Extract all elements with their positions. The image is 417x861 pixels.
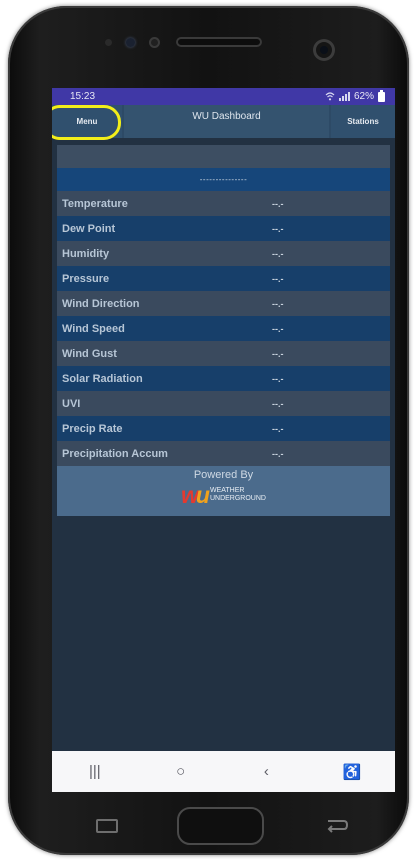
back-icon[interactable]: ‹: [246, 763, 286, 780]
reading-label: Dew Point: [62, 222, 116, 235]
battery-icon: [378, 89, 385, 102]
wu-logo-icon: wu: [181, 482, 210, 508]
reading-value: --.-: [272, 298, 284, 309]
reading-row-pressure: Pressure --.-: [57, 266, 390, 291]
reading-row-wind-direction: Wind Direction --.-: [57, 291, 390, 316]
reading-value: --.-: [272, 398, 284, 409]
hardware-home-button[interactable]: [177, 807, 264, 845]
menu-button[interactable]: Menu: [52, 105, 122, 138]
reading-label: Precip Rate: [62, 422, 123, 435]
reading-value: --.-: [272, 248, 284, 259]
reading-value: --.-: [272, 198, 284, 209]
station-name-row: ---------------: [57, 168, 390, 191]
reading-value: --.-: [272, 273, 284, 284]
wu-logo-u: u: [195, 482, 210, 508]
light-sensor: [126, 38, 135, 47]
reading-label: Temperature: [62, 197, 128, 210]
phone-screen: 15:23 62% Menu WU Dashboard Stations ---…: [52, 88, 395, 792]
front-camera-icon: [313, 39, 335, 61]
reading-value: --.-: [272, 373, 284, 384]
reading-row-dew-point: Dew Point --.-: [57, 216, 390, 241]
status-time: 15:23: [70, 91, 96, 102]
recents-icon[interactable]: |||: [75, 763, 115, 780]
status-icons: 62%: [325, 89, 385, 102]
reading-row-solar-radiation: Solar Radiation --.-: [57, 366, 390, 391]
reading-label: Precipitation Accum: [62, 447, 168, 460]
hardware-recents-key-icon[interactable]: [96, 819, 118, 833]
stations-button[interactable]: Stations: [331, 105, 395, 138]
readings-list: Temperature --.- Dew Point --.- Humidity…: [57, 191, 390, 466]
reading-label: Wind Direction: [62, 297, 140, 310]
reading-value: --.-: [272, 448, 284, 459]
reading-label: Humidity: [62, 247, 110, 260]
reading-label: UVI: [62, 397, 81, 410]
reading-row-wind-gust: Wind Gust --.-: [57, 341, 390, 366]
reading-label: Wind Gust: [62, 347, 117, 360]
phone-frame: 15:23 62% Menu WU Dashboard Stations ---…: [8, 6, 409, 855]
battery-percent: 62%: [353, 91, 374, 102]
reading-label: Pressure: [62, 272, 110, 285]
reading-row-uvi: UVI --.-: [57, 391, 390, 416]
hardware-back-key-icon[interactable]: [324, 817, 350, 835]
system-nav-bar: ||| ○ ‹ ♿: [52, 751, 395, 792]
reading-row-temperature: Temperature --.-: [57, 191, 390, 216]
dashboard-content: --------------- Temperature --.- Dew Poi…: [52, 138, 395, 516]
iris-sensor: [149, 37, 160, 48]
app-bar: Menu WU Dashboard Stations: [52, 105, 395, 140]
weather-underground-logo: wu WEATHER UNDERGROUND: [181, 482, 266, 508]
proximity-sensor: [105, 39, 112, 46]
reading-row-precip-rate: Precip Rate --.-: [57, 416, 390, 441]
accessibility-icon[interactable]: ♿: [332, 763, 372, 781]
powered-by-banner[interactable]: Powered By wu WEATHER UNDERGROUND: [57, 466, 390, 516]
reading-value: --.-: [272, 348, 284, 359]
reading-value: --.-: [272, 223, 284, 234]
wu-logo-line2: UNDERGROUND: [209, 495, 266, 502]
app-title: WU Dashboard: [124, 105, 329, 138]
status-bar: 15:23 62%: [52, 88, 395, 105]
wifi-icon: [325, 92, 335, 101]
reading-label: Solar Radiation: [62, 372, 143, 385]
wu-logo-w: w: [181, 482, 199, 508]
reading-label: Wind Speed: [62, 322, 125, 335]
reading-row-precipitation-accum: Precipitation Accum --.-: [57, 441, 390, 466]
reading-row-wind-speed: Wind Speed --.-: [57, 316, 390, 341]
blank-header-row: [57, 145, 390, 168]
reading-value: --.-: [272, 423, 284, 434]
home-icon[interactable]: ○: [161, 763, 201, 780]
reading-value: --.-: [272, 323, 284, 334]
powered-by-label: Powered By: [193, 469, 254, 481]
wu-logo-line1: WEATHER: [209, 487, 245, 494]
earpiece-speaker: [176, 37, 262, 47]
wu-logo-text: WEATHER UNDERGROUND: [210, 487, 266, 503]
reading-row-humidity: Humidity --.-: [57, 241, 390, 266]
signal-icon: [338, 92, 350, 101]
